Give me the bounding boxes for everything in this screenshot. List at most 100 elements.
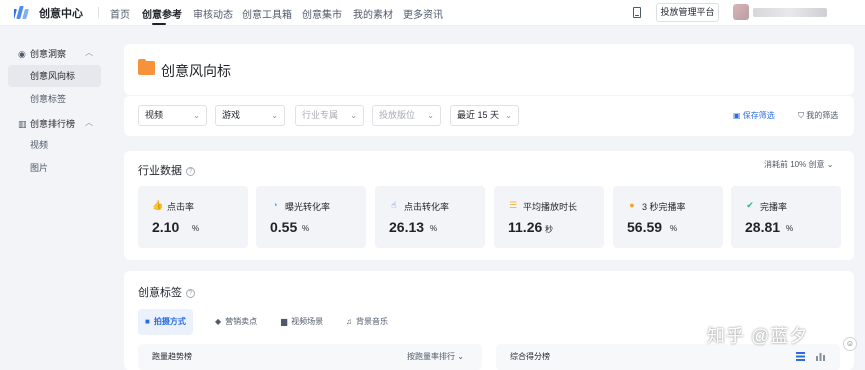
metric-card-completion: ✔ 完播率 28.81 % [731,186,841,248]
metric-label: 曝光转化率 [285,202,331,212]
bar-chart-icon[interactable] [816,352,825,361]
metric-unit: % [786,224,794,233]
date-range-select[interactable]: 最近 15 天 ⌄ [450,105,519,126]
sidebar-group-ranking[interactable]: ▥ 创意排行榜 [18,117,75,130]
nav-creative-toolbox[interactable]: 创意工具箱 [242,6,292,21]
select-value: 游戏 [222,110,241,120]
industry-select[interactable]: 游戏 ⌄ [215,105,285,126]
list-view-icon[interactable] [796,352,805,361]
sidebar: ◉ 创意洞察 ︿ 创意风向标 创意标签 ▥ 创意排行榜 ︿ 视频 图片 [0,26,112,370]
media-type-select[interactable]: 视频 ⌄ [138,105,207,126]
save-icon: ▣ [733,111,743,120]
filter-bar: 视频 ⌄ 游戏 ⌄ 行业专属 ⌄ 投放版位 ⌄ 最近 15 天 ⌄ ▣ 保存筛选 ⛉ 我的… [124,96,854,136]
metric-unit: % [302,224,310,233]
metric-value: 28.81 [745,219,781,235]
folder-icon [138,59,155,75]
select-placeholder: 行业专属 [302,110,339,120]
sidebar-item-creative-tags[interactable]: 创意标签 [8,88,101,110]
creative-tags-title: 创意标签? [138,284,195,300]
industry-data-card: 行业数据? 消耗前 10% 创意 ⌄ 👍 点击率 2.10 % ◔ 曝光转化率 … [124,151,854,260]
chevron-down-icon: ⌄ [271,111,278,120]
sidebar-group-label: 创意洞察 [30,49,67,59]
metric-value: 11.26 [508,219,543,235]
page-header-card: 创意风向标 [124,44,854,95]
scene-icon: ▆ [281,317,288,326]
tab-label: 背景音乐 [356,317,388,326]
metric-label: 平均播放时长 [523,202,578,212]
app-title: 创意中心 [39,8,83,20]
tablet-icon[interactable] [633,7,641,18]
metric-label: 完播率 [760,202,788,212]
metric-label: 点击转化率 [404,202,450,212]
metric-value: 56.59 [627,219,663,235]
nav-creative-market[interactable]: 创意集市 [302,6,342,21]
chevron-down-icon: ⌄ [193,111,200,120]
industry-exclusive-select[interactable]: 行业专属 ⌄ [295,105,364,126]
save-filter-label: 保存筛选 [742,111,775,120]
click-icon: ☝ [391,200,397,210]
select-value: 最近 15 天 [457,110,500,120]
nav-review-updates[interactable]: 审核动态 [193,6,233,21]
consume-range-select[interactable]: 消耗前 10% 创意 ⌄ [764,159,833,170]
metric-unit: % [670,224,678,233]
avatar[interactable] [733,4,749,20]
watermark-text: 知乎 @蓝夕 [707,326,809,346]
help-icon[interactable]: ? [186,167,195,176]
tab-background-music[interactable]: ♫ 背景音乐 [346,309,388,335]
tab-label: 视频场景 [291,317,324,326]
section-title-text: 创意标签 [138,287,182,299]
sidebar-item-creative-trend[interactable]: 创意风向标 [8,65,101,87]
nav-divider [98,7,99,18]
nav-home[interactable]: 首页 [110,6,130,21]
metric-unit: % [192,224,200,233]
tab-shooting-method[interactable]: ■ 拍摄方式 [138,309,193,335]
metric-card-3s-completion: ● 3 秒完播率 56.59 % [613,186,723,248]
metric-card-ctr: 👍 点击率 2.10 % [138,186,248,248]
creative-tags-card: 创意标签? ■ 拍摄方式 ◆ 营销卖点 ▆ 视频场景 ♫ 背景音乐 跑量趋势榜 按跑量率… [124,271,854,370]
nav-creative-reference[interactable]: 创意参考 [142,6,182,21]
ad-platform-button[interactable]: 投放管理平台 [656,3,719,22]
chevron-down-icon: ⌄ [427,111,434,120]
metric-label: 点击率 [167,202,195,212]
help-icon[interactable]: ? [186,289,195,298]
chevron-down-icon: ⌄ [826,160,834,169]
sidebar-item-image[interactable]: 图片 [8,157,101,179]
overall-score-label: 综合得分榜 [510,352,550,361]
metric-card-avg-play-time: ☰ 平均播放时长 11.26 秒 [494,186,604,248]
placement-select[interactable]: 投放版位 ⌄ [372,105,441,126]
tag-icon: ◆ [215,317,222,326]
sidebar-item-video[interactable]: 视频 [8,134,101,156]
assistant-icon[interactable]: ☺ [843,337,857,351]
coin-icon: ● [629,200,635,210]
industry-data-title: 行业数据? [138,162,195,178]
nav-more-news[interactable]: 更多资讯 [403,6,443,21]
sort-select[interactable]: 按跑量率排行 ⌄ [407,351,464,362]
my-filter-button[interactable]: ⛉ 我的筛选 [798,110,838,121]
save-filter-button[interactable]: ▣ 保存筛选 [733,110,775,121]
sidebar-group-label: 创意排行榜 [30,119,76,129]
chevron-down-icon: ⌄ [505,111,512,120]
video-camera-icon: ■ [145,317,150,326]
chevron-up-icon[interactable]: ︿ [85,47,93,58]
section-title-text: 行业数据 [138,165,182,177]
sidebar-group-insight[interactable]: ◉ 创意洞察 [18,47,66,60]
app-logo-icon [14,6,29,19]
volume-trend-panel: 跑量趋势榜 按跑量率排行 ⌄ [138,344,482,370]
chevron-up-icon[interactable]: ︿ [85,117,93,128]
filter-icon: ⛉ [798,111,807,120]
nav-my-materials[interactable]: 我的素材 [353,6,393,21]
metric-value: 2.10 [152,219,180,235]
eye-icon: ◉ [18,49,26,59]
metric-value: 26.13 [389,219,425,235]
chevron-down-icon: ⌄ [457,352,464,361]
ranking-icon: ▥ [18,119,27,129]
target-icon: ◔ [272,200,278,210]
metric-card-click-cvr: ☝ 点击转化率 26.13 % [375,186,485,248]
tab-video-scene[interactable]: ▆ 视频场景 [281,309,323,335]
tab-selling-points[interactable]: ◆ 营销卖点 [215,309,257,335]
user-name-blurred[interactable] [753,8,827,17]
select-value: 视频 [145,110,164,120]
metric-value: 0.55 [270,219,298,235]
music-icon: ♫ [346,317,352,326]
active-nav-indicator [152,23,166,25]
